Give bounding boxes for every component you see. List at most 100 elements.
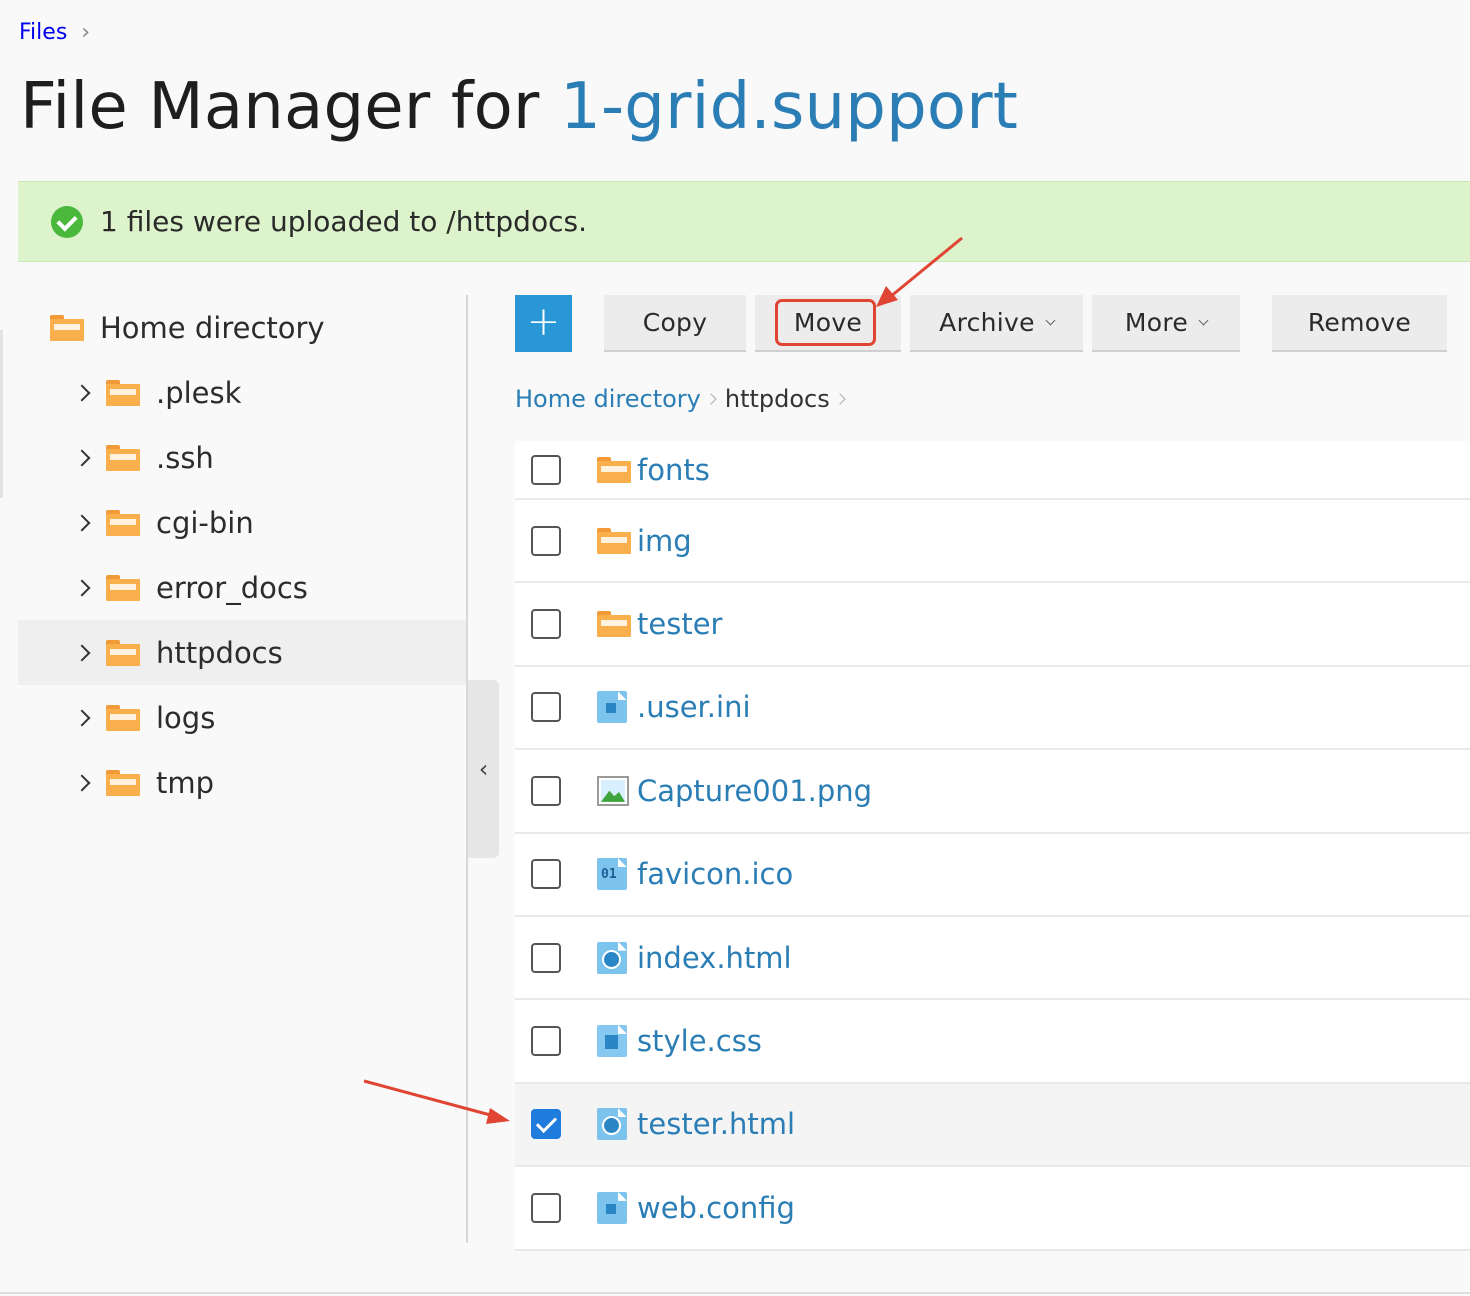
file-row[interactable]: tester.html	[515, 1083, 1470, 1168]
folder-icon	[106, 639, 140, 666]
row-checkbox[interactable]	[531, 609, 561, 640]
tree-item-tmp[interactable]: tmp	[18, 750, 467, 815]
move-button[interactable]: Move	[755, 295, 901, 352]
file-name-link[interactable]: tester	[637, 607, 722, 641]
chevron-right-icon: ›	[81, 20, 91, 45]
archive-button[interactable]: Archive	[910, 295, 1083, 352]
tree-item-plesk[interactable]: .plesk	[18, 360, 467, 425]
archive-button-label: Archive	[939, 308, 1035, 337]
copy-button[interactable]: Copy	[604, 295, 746, 352]
css-file-icon	[597, 1025, 627, 1058]
row-checkbox[interactable]	[531, 525, 561, 556]
chevron-right-icon[interactable]	[73, 579, 91, 596]
collapse-tree-button[interactable]: ‹	[468, 680, 499, 858]
annotation-arrow-checkbox	[363, 1079, 510, 1124]
tree-item-label: Home directory	[100, 310, 325, 345]
chevron-left-icon: ‹	[478, 755, 489, 783]
row-checkbox[interactable]	[531, 692, 561, 723]
tree-item-label: .plesk	[156, 375, 242, 410]
folder-icon	[597, 456, 631, 483]
row-checkbox[interactable]	[531, 1192, 561, 1223]
copy-button-label: Copy	[642, 308, 708, 337]
chevron-right-icon	[705, 393, 717, 405]
folder-icon	[597, 611, 631, 638]
chevron-right-icon[interactable]	[73, 514, 91, 531]
folder-icon	[106, 509, 140, 536]
html-file-icon	[597, 1108, 627, 1141]
html-file-icon	[597, 941, 627, 974]
folder-icon	[106, 444, 140, 471]
remove-button[interactable]: Remove	[1272, 295, 1447, 352]
file-name-link[interactable]: index.html	[637, 941, 792, 975]
breadcrumb: Files ›	[19, 20, 90, 45]
chevron-down-icon	[1045, 315, 1056, 326]
add-button[interactable]: +	[515, 295, 572, 352]
file-name-link[interactable]: fonts	[637, 453, 710, 487]
file-name-link[interactable]: Capture001.png	[637, 774, 872, 808]
file-row[interactable]: tester	[515, 583, 1470, 667]
success-message: 1 files were uploaded to /httpdocs.	[100, 205, 587, 238]
directory-tree: Home directory .plesk .ssh cgi-bin error_do…	[18, 295, 467, 815]
tree-item-httpdocs[interactable]: httpdocs	[18, 620, 467, 685]
row-checkbox[interactable]	[531, 942, 561, 973]
chevron-right-icon[interactable]	[73, 774, 91, 791]
image-file-icon	[597, 775, 629, 806]
page-title: File Manager for 1-grid.support	[20, 70, 1018, 144]
file-row[interactable]: Capture001.png	[515, 750, 1470, 834]
tree-item-label: .ssh	[156, 440, 214, 475]
folder-icon	[597, 527, 631, 554]
row-checkbox[interactable]	[531, 454, 561, 485]
tree-item-logs[interactable]: logs	[18, 685, 467, 750]
file-row[interactable]: fonts	[515, 441, 1470, 500]
tree-item-label: logs	[156, 700, 216, 735]
text-file-icon	[597, 691, 627, 724]
file-name-link[interactable]: style.css	[637, 1024, 762, 1058]
path-breadcrumb: Home directory httpdocs	[515, 385, 854, 413]
move-button-label: Move	[793, 308, 863, 337]
file-list: fonts img tester .user.ini Capture001.png 01 f…	[515, 441, 1470, 1251]
path-home-link[interactable]: Home directory	[515, 385, 701, 413]
tree-item-ssh[interactable]: .ssh	[18, 425, 467, 490]
ico-file-icon-text: 01	[601, 867, 617, 883]
chevron-right-icon[interactable]	[73, 449, 91, 466]
tree-item-label: httpdocs	[156, 635, 283, 670]
chevron-right-icon[interactable]	[73, 644, 91, 661]
folder-icon	[106, 769, 140, 796]
file-row[interactable]: 01 favicon.ico	[515, 834, 1470, 917]
row-checkbox[interactable]	[531, 1026, 561, 1057]
folder-icon	[106, 379, 140, 406]
folder-icon	[106, 574, 140, 601]
row-checkbox[interactable]	[531, 859, 561, 890]
file-row[interactable]: style.css	[515, 1000, 1470, 1084]
chevron-right-icon[interactable]	[73, 709, 91, 726]
page-title-prefix: File Manager for	[20, 70, 561, 144]
bottom-divider	[0, 1292, 1470, 1294]
file-name-link[interactable]: .user.ini	[637, 690, 751, 724]
row-checkbox[interactable]	[531, 1109, 561, 1140]
chevron-right-icon[interactable]	[73, 384, 91, 401]
remove-button-label: Remove	[1307, 308, 1412, 337]
folder-icon	[106, 704, 140, 731]
row-checkbox[interactable]	[531, 775, 561, 806]
file-row[interactable]: img	[515, 500, 1470, 584]
tree-item-cgi-bin[interactable]: cgi-bin	[18, 490, 467, 555]
more-button-label: More	[1124, 308, 1189, 337]
file-row[interactable]: index.html	[515, 917, 1470, 1001]
breadcrumb-files-link[interactable]: Files	[19, 20, 67, 45]
folder-icon	[50, 314, 84, 341]
left-edge	[0, 330, 3, 498]
file-row[interactable]: web.config	[515, 1167, 1470, 1251]
tree-item-error-docs[interactable]: error_docs	[18, 555, 467, 620]
tree-item-label: error_docs	[156, 570, 308, 605]
file-name-link[interactable]: img	[637, 524, 692, 558]
chevron-right-icon	[834, 393, 846, 405]
file-name-link[interactable]: tester.html	[637, 1107, 795, 1141]
file-name-link[interactable]: web.config	[637, 1191, 795, 1225]
file-name-link[interactable]: favicon.ico	[637, 857, 793, 891]
text-file-icon	[597, 1191, 627, 1224]
tree-item-home[interactable]: Home directory	[18, 295, 467, 360]
ico-file-icon: 01	[597, 858, 627, 891]
success-banner: 1 files were uploaded to /httpdocs.	[18, 181, 1470, 262]
more-button[interactable]: More	[1092, 295, 1240, 352]
file-row[interactable]: .user.ini	[515, 667, 1470, 751]
